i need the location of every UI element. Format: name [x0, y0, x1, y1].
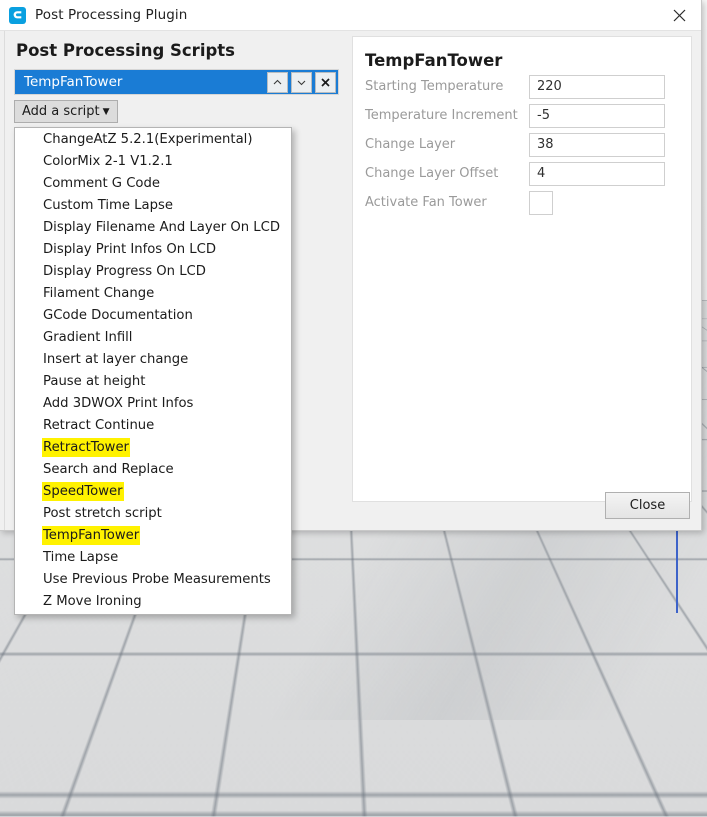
active-scripts-list: TempFanTower [14, 69, 339, 95]
menu-item[interactable]: Search and Replace [15, 458, 291, 480]
menu-item[interactable]: SpeedTower [15, 480, 291, 502]
pane-divider [4, 31, 5, 530]
menu-item[interactable]: Time Lapse [15, 546, 291, 568]
script-settings-fields: Starting Temperature 220 Temperature Incre… [353, 74, 691, 215]
settings-field-row: Change Layer 38 [353, 132, 691, 157]
settings-field-row: Change Layer Offset 4 [353, 161, 691, 186]
settings-field-input[interactable]: 220 [529, 74, 665, 99]
settings-field-input[interactable]: -5 [529, 103, 665, 128]
script-row-buttons [264, 70, 338, 94]
close-button[interactable]: Close [605, 492, 690, 519]
menu-item-label: Comment G Code [43, 175, 160, 191]
menu-item-label: Insert at layer change [43, 351, 189, 367]
settings-field-checkbox[interactable] [529, 190, 553, 215]
menu-item-label: Z Move Ironing [43, 593, 142, 609]
menu-item[interactable]: Filament Change [15, 282, 291, 304]
menu-item[interactable]: Comment G Code [15, 172, 291, 194]
menu-item[interactable]: Insert at layer change [15, 348, 291, 370]
menu-item-label: ColorMix 2-1 V1.2.1 [43, 153, 173, 169]
menu-item-label: Retract Continue [43, 417, 155, 433]
menu-item-label: Gradient Infill [43, 329, 133, 345]
menu-item-label: SpeedTower [43, 482, 123, 500]
settings-field-input[interactable]: 4 [529, 161, 665, 186]
scripts-pane: Post Processing Scripts TempFanTower Add… [14, 41, 339, 123]
settings-field-label: Temperature Increment [365, 108, 518, 123]
menu-item[interactable]: GCode Documentation [15, 304, 291, 326]
window-close-icon[interactable] [657, 0, 701, 30]
menu-item[interactable]: Display Filename And Layer On LCD [15, 216, 291, 238]
list-item[interactable]: TempFanTower [15, 70, 338, 94]
settings-field-label: Change Layer Offset [365, 166, 499, 181]
menu-item-label: Display Print Infos On LCD [43, 241, 216, 257]
menu-item-label: TempFanTower [43, 526, 140, 544]
menu-item-label: Post stretch script [43, 505, 162, 521]
settings-field-label: Activate Fan Tower [365, 195, 487, 210]
menu-item[interactable]: ColorMix 2-1 V1.2.1 [15, 150, 291, 172]
menu-item-label: Filament Change [43, 285, 155, 301]
caret-down-icon: ▼ [102, 106, 110, 117]
menu-item[interactable]: Add 3DWOX Print Infos [15, 392, 291, 414]
remove-script-icon[interactable] [315, 71, 336, 93]
active-script-label: TempFanTower [24, 74, 123, 90]
menu-item[interactable]: Display Print Infos On LCD [15, 238, 291, 260]
menu-item[interactable]: Display Progress On LCD [15, 260, 291, 282]
menu-item[interactable]: Post stretch script [15, 502, 291, 524]
menu-item-label: Time Lapse [43, 549, 119, 565]
settings-field-row: Temperature Increment -5 [353, 103, 691, 128]
menu-item[interactable]: Z Move Ironing [15, 590, 291, 612]
chevron-up-icon[interactable] [267, 71, 288, 93]
menu-item[interactable]: ChangeAtZ 5.2.1(Experimental) [15, 128, 291, 150]
menu-item-label: Custom Time Lapse [43, 197, 173, 213]
add-script-label: Add a script [22, 104, 100, 119]
script-settings-pane: TempFanTower Starting Temperature 220 Temp… [352, 36, 692, 502]
add-script-button[interactable]: Add a script ▼ [14, 100, 118, 123]
settings-field-label: Change Layer [365, 137, 456, 152]
menu-item[interactable]: Custom Time Lapse [15, 194, 291, 216]
cura-logo-icon [9, 6, 26, 24]
menu-item-label: Search and Replace [43, 461, 174, 477]
page-title: Post Processing Scripts [16, 41, 235, 60]
menu-item[interactable]: TempFanTower [15, 524, 291, 546]
dialog-titlebar: Post Processing Plugin [0, 0, 701, 31]
settings-field-input[interactable]: 38 [529, 132, 665, 157]
menu-item[interactable]: Pause at height [15, 370, 291, 392]
settings-field-label: Starting Temperature [365, 79, 504, 94]
menu-item-label: ChangeAtZ 5.2.1(Experimental) [43, 131, 253, 147]
menu-item[interactable]: Use Previous Probe Measurements [15, 568, 291, 590]
menu-item[interactable]: Retract Continue [15, 414, 291, 436]
menu-item-label: Use Previous Probe Measurements [43, 571, 271, 587]
chevron-down-icon[interactable] [291, 71, 312, 93]
menu-item-label: Add 3DWOX Print Infos [43, 395, 194, 411]
menu-item-label: Display Filename And Layer On LCD [43, 219, 281, 235]
script-settings-title: TempFanTower [365, 51, 503, 70]
menu-item-label: Display Progress On LCD [43, 263, 206, 279]
settings-field-row: Activate Fan Tower [353, 190, 691, 215]
dialog-title: Post Processing Plugin [35, 7, 188, 23]
settings-field-row: Starting Temperature 220 [353, 74, 691, 99]
add-script-dropdown-menu[interactable]: ChangeAtZ 5.2.1(Experimental) ColorMix 2-… [14, 127, 292, 615]
menu-item-label: Pause at height [43, 373, 146, 389]
menu-item[interactable]: RetractTower [15, 436, 291, 458]
menu-item-label: GCode Documentation [43, 307, 193, 323]
menu-item[interactable]: Gradient Infill [15, 326, 291, 348]
menu-item-label: RetractTower [43, 438, 129, 456]
